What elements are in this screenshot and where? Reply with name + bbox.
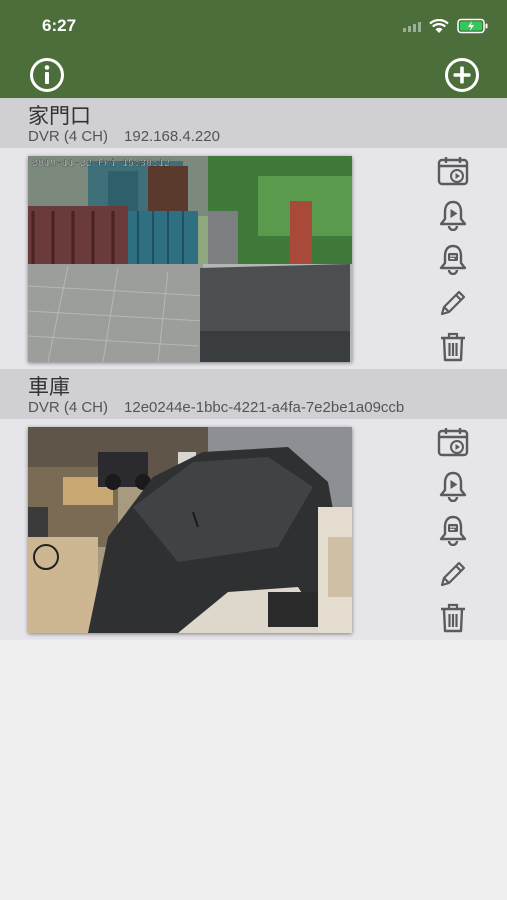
edit-icon bbox=[440, 290, 466, 316]
alarm-playback-button[interactable] bbox=[432, 197, 474, 233]
edit-device-button[interactable] bbox=[432, 285, 474, 321]
plus-icon bbox=[445, 58, 479, 92]
device-type: DVR (4 CH) bbox=[28, 399, 109, 416]
cellular-signal-icon bbox=[403, 20, 421, 32]
add-device-button[interactable] bbox=[444, 58, 480, 92]
calendar-playback-icon bbox=[437, 157, 469, 186]
alarm-playback-button[interactable] bbox=[432, 468, 474, 504]
device-address: 12e0244e-1bbc-4221-a4fa-7e2be1a09ccb bbox=[124, 399, 405, 416]
delete-icon bbox=[441, 603, 465, 633]
alarm-playback-icon bbox=[439, 471, 467, 502]
wifi-icon bbox=[429, 18, 449, 33]
camera-snapshot[interactable]: 2019-11-22 Fri 15:30:12 bbox=[28, 156, 352, 362]
device-header: 家門口 DVR (4 CH) 192.168.4.220 bbox=[0, 98, 507, 148]
info-icon bbox=[30, 58, 64, 92]
edit-device-button[interactable] bbox=[432, 556, 474, 592]
alarm-message-icon bbox=[439, 515, 467, 546]
delete-device-button[interactable] bbox=[432, 600, 474, 636]
battery-charging-icon bbox=[457, 18, 488, 34]
edit-icon bbox=[440, 561, 466, 587]
device-info: DVR (4 CH) 192.168.4.220 bbox=[28, 128, 220, 145]
camera-snapshot-image: 2019-11-22 Fri 15:30:12 bbox=[28, 156, 352, 362]
device-address: 192.168.4.220 bbox=[124, 128, 220, 145]
device-header: 車庫 DVR (4 CH) 12e0244e-1bbc-4221-a4fa-7e2… bbox=[0, 369, 507, 419]
camera-snapshot-image bbox=[28, 427, 352, 633]
info-button[interactable] bbox=[29, 58, 65, 92]
device-info: DVR (4 CH) 12e0244e-1bbc-4221-a4fa-7e2be1… bbox=[28, 399, 404, 416]
playback-button[interactable] bbox=[432, 424, 474, 460]
alarm-playback-icon bbox=[439, 200, 467, 231]
playback-button[interactable] bbox=[432, 153, 474, 189]
status-time: 6:27 bbox=[42, 16, 77, 35]
device-type: DVR (4 CH) bbox=[28, 128, 109, 145]
camera-timestamp-overlay: 2019-11-22 Fri 15:30:12 bbox=[32, 158, 170, 170]
device-name: 車庫 bbox=[28, 376, 70, 399]
alarm-message-button[interactable] bbox=[432, 512, 474, 548]
camera-snapshot[interactable] bbox=[28, 427, 352, 633]
navigation-bar: 6:27 bbox=[0, 0, 507, 98]
device-row bbox=[0, 419, 507, 640]
delete-icon bbox=[441, 332, 465, 362]
alarm-message-icon bbox=[439, 244, 467, 275]
device-row: 2019-11-22 Fri 15:30:12 bbox=[0, 148, 507, 369]
empty-list-area bbox=[0, 640, 507, 900]
status-icons bbox=[403, 16, 489, 36]
device-name: 家門口 bbox=[28, 105, 91, 128]
delete-device-button[interactable] bbox=[432, 329, 474, 365]
alarm-message-button[interactable] bbox=[432, 241, 474, 277]
calendar-playback-icon bbox=[437, 428, 469, 457]
